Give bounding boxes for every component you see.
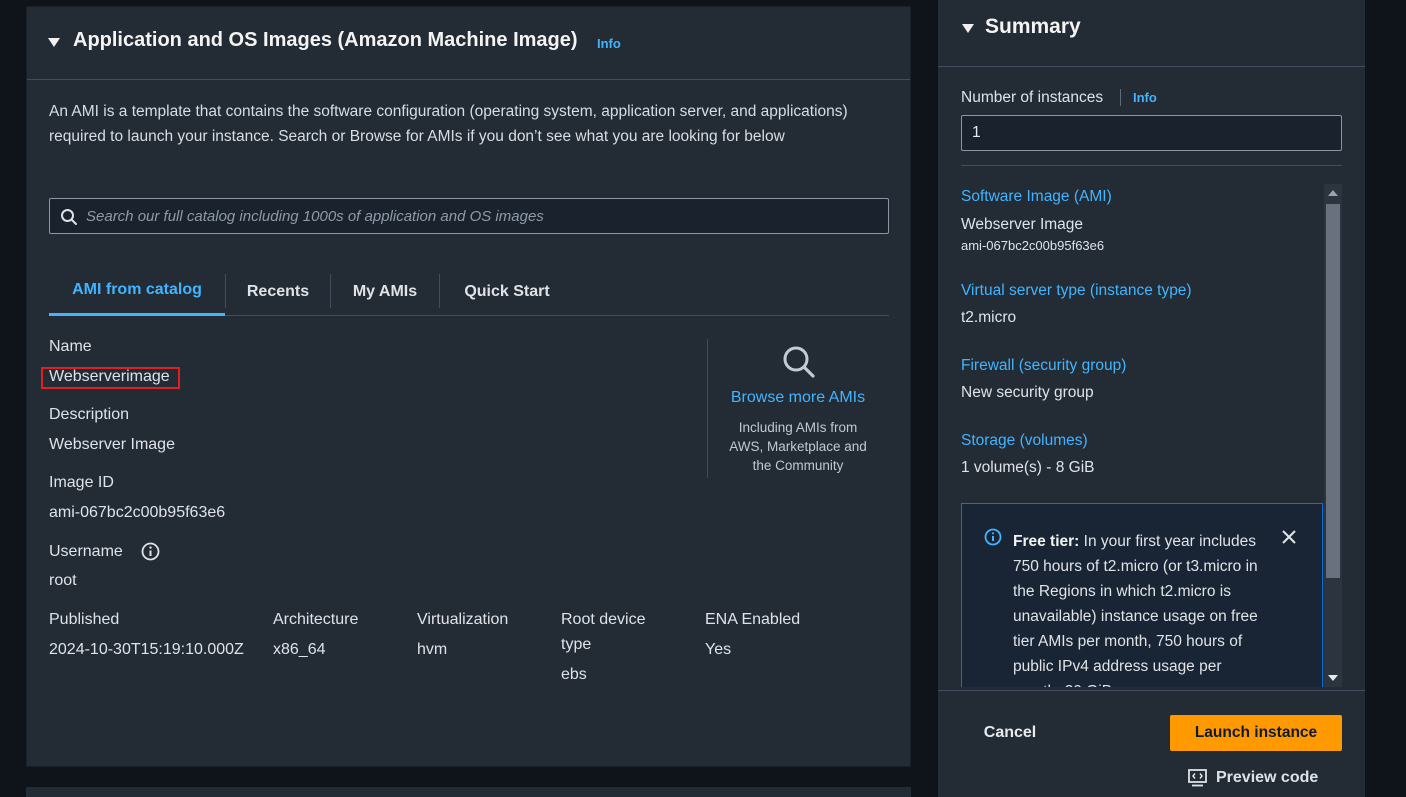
ami-search-box[interactable]	[49, 198, 889, 234]
firewall-link[interactable]: Firewall (security group)	[961, 357, 1126, 375]
scrollbar-thumb[interactable]	[1326, 204, 1340, 578]
summary-header[interactable]: Summary	[938, 0, 1365, 67]
tab-ami-from-catalog[interactable]: AMI from catalog	[49, 267, 225, 316]
root-device-type-label-line2: type	[561, 636, 592, 653]
scroll-down-arrow-icon[interactable]	[1328, 675, 1338, 681]
architecture-value: x86_64	[273, 641, 326, 658]
browse-sub-line: Including AMIs from	[738, 420, 858, 435]
browse-more-amis-subtext: Including AMIs from AWS, Marketplace and…	[717, 418, 879, 475]
image-id-value: ami-067bc2c00b95f63e6	[49, 504, 226, 521]
image-id-label: Image ID	[49, 474, 114, 491]
number-of-instances-label: Number of instances	[961, 89, 1104, 106]
summary-scrollbar[interactable]	[1324, 184, 1342, 687]
root-device-type-value: ebs	[561, 666, 587, 683]
cancel-button[interactable]: Cancel	[968, 715, 1052, 751]
tab-recents[interactable]: Recents	[226, 267, 330, 316]
virtualization-label: Virtualization	[417, 611, 509, 628]
ami-section-panel: Application and OS Images (Amazon Machin…	[26, 6, 911, 767]
browse-sub-line: AWS, Marketplace and	[729, 439, 867, 454]
close-icon[interactable]	[1280, 528, 1298, 546]
magnifier-icon[interactable]	[782, 345, 816, 379]
next-section-panel-edge	[26, 787, 911, 797]
ami-search-input[interactable]	[86, 199, 876, 233]
summary-title: Summary	[985, 15, 1081, 38]
code-preview-icon	[1188, 769, 1207, 787]
software-image-value: Webserver Image	[961, 216, 1084, 233]
name-value: Webserverimage	[49, 368, 170, 385]
preview-code-label: Preview code	[1216, 769, 1319, 786]
virtualization-value: hvm	[417, 641, 448, 658]
info-circle-icon	[984, 528, 1002, 546]
summary-footer-divider	[938, 690, 1365, 691]
username-value: root	[49, 572, 77, 589]
description-value: Webserver Image	[49, 436, 175, 453]
free-tier-body: In your first year includes 750 hours of…	[1013, 533, 1258, 687]
storage-link[interactable]: Storage (volumes)	[961, 432, 1088, 450]
launch-instance-page: Application and OS Images (Amazon Machin…	[0, 0, 1406, 797]
launch-instance-button[interactable]: Launch instance	[1170, 715, 1342, 751]
software-image-link[interactable]: Software Image (AMI)	[961, 188, 1112, 206]
software-image-id: ami-067bc2c00b95f63e6	[961, 238, 1105, 253]
ena-enabled-label: ENA Enabled	[705, 611, 801, 628]
summary-divider	[961, 165, 1342, 166]
instances-info-link[interactable]: Info	[1133, 90, 1157, 105]
number-of-instances-input[interactable]	[961, 115, 1342, 151]
browse-divider	[707, 339, 708, 478]
ami-info-link[interactable]: Info	[597, 36, 621, 51]
info-separator	[1120, 89, 1121, 106]
firewall-value: New security group	[961, 384, 1094, 401]
name-label: Name	[49, 338, 92, 355]
collapse-caret-icon[interactable]	[48, 38, 60, 47]
published-label: Published	[49, 611, 120, 628]
username-label: Username	[49, 543, 123, 560]
free-tier-alert: Free tier: In your first year includes 7…	[961, 503, 1323, 687]
instance-type-link[interactable]: Virtual server type (instance type)	[961, 282, 1192, 300]
ena-enabled-value: Yes	[705, 641, 732, 658]
summary-panel: Summary Number of instances Info Softwar…	[938, 0, 1365, 797]
description-label: Description	[49, 406, 130, 423]
tab-quick-start[interactable]: Quick Start	[440, 267, 574, 316]
free-tier-heading: Free tier:	[1013, 533, 1080, 550]
published-value: 2024-10-30T15:19:10.000Z	[49, 641, 244, 658]
browse-sub-line: the Community	[752, 458, 844, 473]
ami-section-header[interactable]: Application and OS Images (Amazon Machin…	[27, 7, 910, 80]
root-device-type-label-line1: Root device	[561, 611, 646, 628]
storage-value: 1 volume(s) - 8 GiB	[961, 459, 1095, 476]
tab-my-amis[interactable]: My AMIs	[331, 267, 439, 316]
instance-type-value: t2.micro	[961, 309, 1017, 326]
info-circle-icon[interactable]	[141, 542, 160, 561]
architecture-label: Architecture	[273, 611, 359, 628]
browse-more-amis-link[interactable]: Browse more AMIs	[717, 389, 879, 407]
ami-tabs: AMI from catalog Recents My AMIs Quick S…	[49, 267, 889, 316]
scroll-up-arrow-icon[interactable]	[1328, 190, 1338, 196]
ami-section-title: Application and OS Images (Amazon Machin…	[73, 29, 578, 51]
collapse-caret-icon[interactable]	[962, 24, 974, 33]
free-tier-text: Free tier: In your first year includes 7…	[1013, 529, 1273, 687]
search-icon	[61, 209, 77, 225]
ami-description-text: An AMI is a template that contains the s…	[49, 103, 848, 145]
preview-code-button[interactable]: Preview code	[1188, 766, 1318, 790]
